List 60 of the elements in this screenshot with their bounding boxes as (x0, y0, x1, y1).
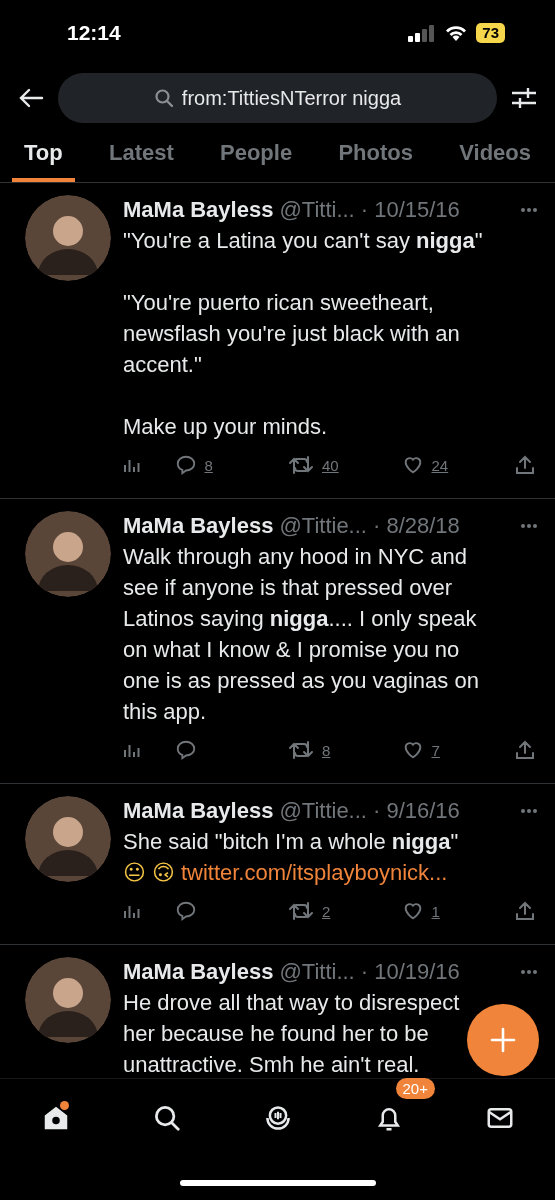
author-name: MaMa Bayless (123, 513, 274, 539)
tab[interactable]: Top (12, 130, 75, 182)
author-handle: @Titti... (279, 959, 355, 985)
clock: 12:14 (67, 21, 121, 45)
author-handle: @Tittie... (279, 513, 367, 539)
avatar[interactable] (25, 195, 111, 281)
tweet-link[interactable]: twitter.com/itsplayboynick... (180, 859, 448, 886)
more-icon[interactable] (519, 969, 539, 975)
reply-count: 8 (204, 456, 213, 474)
more-icon[interactable] (519, 808, 539, 814)
avatar[interactable] (25, 957, 111, 1043)
tweet-text: Walk through any hood in NYC and see if anyone is that pressed over Latinos saying nigga.... I only speak on what I know & I promise you no one is as pressed as you vaginas on this app. (123, 543, 480, 726)
tweet-text: Make up your minds. (123, 413, 329, 441)
signal-icon (408, 24, 437, 42)
retweet-icon[interactable] (288, 739, 314, 761)
emoji: 🙃 (151, 860, 175, 885)
author-name: MaMa Bayless (123, 959, 274, 985)
tweet-date: · 8/28/18 (372, 513, 460, 539)
like-count: 7 (431, 741, 440, 759)
tweet-date: · 10/15/16 (360, 197, 460, 223)
battery-level: 73 (476, 23, 505, 43)
retweet-count: 8 (322, 741, 331, 759)
tweet-date: · 10/19/16 (360, 959, 460, 985)
tab[interactable]: Videos (447, 130, 543, 182)
emoji: 😐 (123, 860, 146, 885)
tweet-text: "You're a Latina you can't say nigga" (123, 227, 484, 255)
tab[interactable]: People (208, 130, 305, 182)
search-icon (153, 88, 174, 108)
notification-count: 20+ (395, 1078, 435, 1099)
share-icon[interactable] (515, 900, 535, 922)
share-icon[interactable] (515, 454, 535, 476)
retweet-count: 40 (322, 456, 339, 474)
tweet-text: She said "bitch I'm a whole nigga" (123, 828, 460, 856)
share-icon[interactable] (515, 739, 535, 761)
author-name: MaMa Bayless (123, 798, 274, 824)
wifi-icon (444, 24, 469, 42)
tweet-date: · 9/16/16 (372, 798, 460, 824)
tab[interactable]: Photos (326, 130, 425, 182)
retweet-icon[interactable] (288, 900, 314, 922)
author-handle: @Tittie... (279, 798, 367, 824)
like-count: 1 (431, 902, 440, 920)
search-field[interactable]: from:TittiesNTerror nigga (58, 73, 497, 123)
tab[interactable]: Latest (96, 130, 186, 182)
avatar[interactable] (25, 511, 111, 597)
author-name: MaMa Bayless (123, 197, 274, 223)
reply-icon[interactable] (174, 900, 197, 922)
reply-icon[interactable] (174, 739, 197, 761)
retweet-count: 2 (322, 902, 331, 920)
reply-icon[interactable] (174, 454, 197, 476)
avatar[interactable] (25, 796, 111, 882)
more-icon[interactable] (519, 523, 539, 529)
back-arrow-icon[interactable] (18, 87, 44, 109)
plus-icon (490, 1027, 516, 1053)
filter-icon[interactable] (511, 86, 537, 110)
more-icon[interactable] (519, 207, 539, 213)
author-handle: @Titti... (279, 197, 355, 223)
retweet-icon[interactable] (288, 454, 314, 476)
tweet-text: "You're puerto rican sweetheart, newsflash you're just black with an accent." (123, 289, 461, 379)
like-count: 24 (431, 456, 449, 474)
tweet-text: He drove all that way to disrespect her because he found her to be unattractive. Smh he ain't real. (123, 989, 461, 1078)
